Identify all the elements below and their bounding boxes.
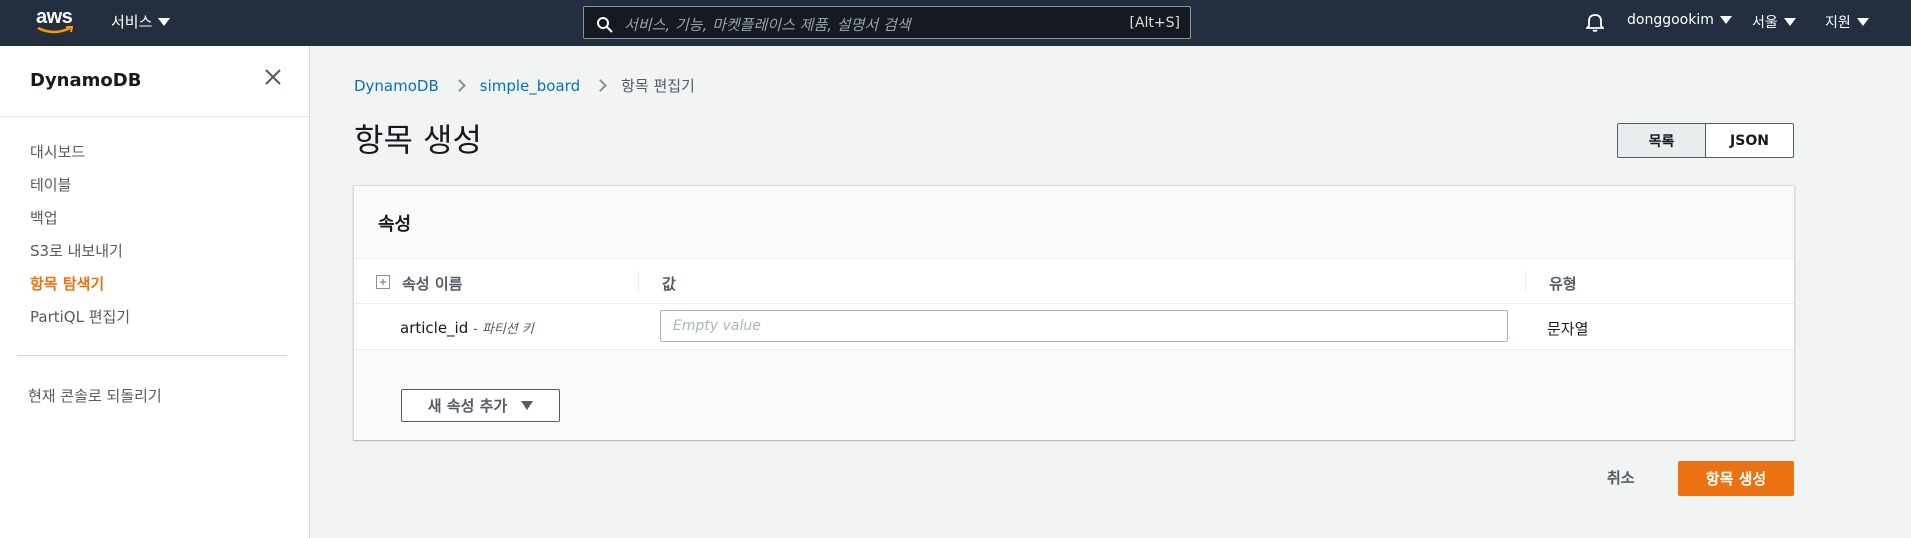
breadcrumb-current: 항목 편집기 (621, 77, 695, 95)
list-view-button[interactable]: 목록 (1617, 123, 1706, 158)
chevron-right-icon (452, 79, 466, 92)
sidebar-item-tables[interactable]: 테이블 (30, 174, 71, 195)
sidebar-revert-console-link[interactable]: 현재 콘솔로 되돌리기 (28, 385, 162, 406)
chevron-right-icon (594, 79, 607, 92)
breadcrumb: DynamoDB simple_board 항목 편집기 (354, 75, 695, 96)
attribute-name: article_id - 파티션 키 (400, 318, 534, 337)
caret-down-icon (1856, 18, 1869, 26)
search-bar[interactable]: 서비스, 기능, 마켓플레이스 제품, 설명서 검색 [Alt+S] (583, 6, 1191, 39)
aws-smile-icon (37, 26, 74, 34)
support-menu[interactable]: 지원 (1825, 12, 1869, 32)
region-label: 서울 (1752, 15, 1778, 31)
search-placeholder: 서비스, 기능, 마켓플레이스 제품, 설명서 검색 (624, 16, 911, 34)
cancel-button[interactable]: 취소 (1607, 467, 1635, 488)
sidebar-divider (17, 355, 287, 356)
bell-icon[interactable] (1586, 12, 1604, 32)
sidebar-item-backups[interactable]: 백업 (30, 207, 58, 228)
panel-header: 속성 (354, 186, 1794, 259)
caret-down-icon (521, 401, 534, 410)
sidebar-title: DynamoDB (30, 70, 142, 91)
column-separator (638, 271, 639, 293)
sidebar-divider (0, 116, 309, 117)
table-header: 속성 이름 값 유형 (354, 259, 1794, 304)
close-icon[interactable] (264, 68, 282, 86)
caret-down-icon (1719, 16, 1732, 24)
panel-title: 속성 (378, 214, 412, 235)
expand-all-icon[interactable] (376, 275, 390, 289)
aws-logo[interactable]: aws (34, 6, 78, 38)
table-row: article_id - 파티션 키 문자열 (354, 304, 1794, 350)
region-menu[interactable]: 서울 (1752, 12, 1796, 32)
page-title: 항목 생성 (354, 121, 482, 159)
sidebar-item-item-explorer[interactable]: 항목 탐색기 (30, 273, 104, 294)
services-menu[interactable]: 서비스 (111, 11, 171, 32)
search-icon (597, 17, 613, 33)
create-item-button[interactable]: 항목 생성 (1678, 461, 1794, 496)
sidebar-item-export-s3[interactable]: S3로 내보내기 (30, 240, 123, 261)
column-header-attr-name: 속성 이름 (402, 275, 463, 293)
user-label: donggookim (1627, 12, 1714, 28)
sidebar-item-dashboard[interactable]: 대시보드 (30, 141, 85, 162)
support-label: 지원 (1825, 15, 1851, 31)
add-attribute-label: 새 속성 추가 (427, 397, 508, 415)
json-view-button[interactable]: JSON (1706, 123, 1794, 158)
panel-footer (354, 351, 1794, 440)
sidebar: DynamoDB 대시보드 테이블 백업 S3로 내보내기 항목 탐색기 Par… (0, 46, 310, 538)
partition-key-note: - 파티션 키 (473, 322, 534, 337)
caret-down-icon (158, 17, 171, 26)
column-header-value: 값 (662, 275, 676, 293)
services-label: 서비스 (111, 13, 153, 31)
attribute-type: 문자열 (1547, 320, 1589, 338)
view-toggle: 목록 JSON (1617, 123, 1794, 158)
attribute-name-text: article_id (400, 319, 469, 337)
breadcrumb-table[interactable]: simple_board (480, 77, 580, 95)
caret-down-icon (1783, 18, 1796, 26)
column-header-type: 유형 (1549, 275, 1577, 293)
top-nav-bar: aws 서비스 서비스, 기능, 마켓플레이스 제품, 설명서 검색 [Alt+… (0, 0, 1911, 46)
add-attribute-button[interactable]: 새 속성 추가 (401, 389, 560, 422)
user-menu[interactable]: donggookim (1627, 12, 1732, 28)
search-shortcut: [Alt+S] (1129, 15, 1181, 31)
breadcrumb-dynamodb[interactable]: DynamoDB (354, 77, 439, 95)
column-separator (1525, 271, 1526, 293)
attribute-value-input[interactable] (660, 310, 1508, 342)
sidebar-item-partiql-editor[interactable]: PartiQL 편집기 (30, 306, 130, 327)
attributes-panel: 속성 속성 이름 값 유형 article_id - 파티션 키 문자열 새 속… (353, 185, 1795, 440)
